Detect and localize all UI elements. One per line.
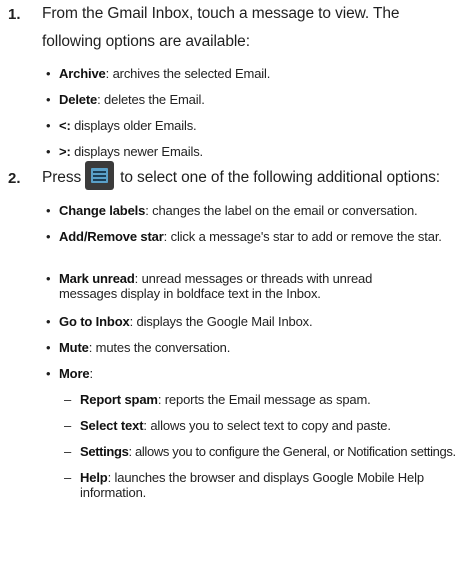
dash-icon: – xyxy=(64,418,72,433)
step-number: 1. xyxy=(8,6,21,23)
dash-icon: – xyxy=(64,392,72,407)
option-desc: : allows you to configure the General, o… xyxy=(128,444,456,459)
option-desc: : archives the selected Email. xyxy=(105,66,271,81)
option-desc: displays newer Emails. xyxy=(70,144,204,159)
bullet-icon: • xyxy=(46,92,51,107)
option-term: Settings xyxy=(80,444,129,459)
step-text: Press to select one of the following add… xyxy=(42,161,473,192)
option-desc: : deletes the Email. xyxy=(97,92,205,107)
bullet-icon: • xyxy=(46,66,51,81)
bullet-icon: • xyxy=(46,229,51,244)
step-line: From the Gmail Inbox, touch a message to… xyxy=(42,5,400,22)
option-term: >: xyxy=(59,144,71,159)
option-term: Mute xyxy=(59,340,89,355)
bullet-icon: • xyxy=(46,340,51,355)
option-term: Help xyxy=(80,470,108,485)
option-desc: displays older Emails. xyxy=(70,118,197,133)
option-desc: : mutes the conversation. xyxy=(88,340,231,355)
step-text: From the Gmail Inbox, touch a message to… xyxy=(42,0,473,56)
option-term: Delete xyxy=(59,92,98,107)
option-desc: : launches the browser and displays Goog… xyxy=(80,470,424,500)
bullet-icon: • xyxy=(46,144,51,159)
dash-icon: – xyxy=(64,470,72,485)
option-term: Select text xyxy=(80,418,144,433)
dash-icon: – xyxy=(64,444,72,459)
option-term: Archive xyxy=(59,66,106,81)
option-term: Go to Inbox xyxy=(59,314,130,329)
bullet-icon: • xyxy=(46,271,51,286)
option-desc: : displays the Google Mail Inbox. xyxy=(129,314,313,329)
bullet-icon: • xyxy=(46,314,51,329)
option-term: <: xyxy=(59,118,71,133)
step-line: following options are available: xyxy=(42,33,250,50)
option-term: Change labels xyxy=(59,203,146,218)
bullet-icon: • xyxy=(46,366,51,381)
bullet-icon: • xyxy=(46,203,51,218)
step-text-after: to select one of the following additiona… xyxy=(120,169,440,186)
option-term: Report spam xyxy=(80,392,158,407)
step-number: 2. xyxy=(8,170,21,187)
menu-key-icon xyxy=(85,161,115,191)
bullet-icon: • xyxy=(46,118,51,133)
option-term: Add/Remove star xyxy=(59,229,164,244)
manual-page: 1. From the Gmail Inbox, touch a message… xyxy=(0,0,475,564)
option-term: Mark unread xyxy=(59,271,135,286)
option-desc: : allows you to select text to copy and … xyxy=(143,418,391,433)
option-desc: : click a message's star to add or remov… xyxy=(163,229,442,244)
option-term: More xyxy=(59,366,90,381)
option-desc: : changes the label on the email or conv… xyxy=(145,203,418,218)
option-desc: : reports the Email message as spam. xyxy=(157,392,371,407)
option-desc: : xyxy=(89,366,93,381)
step-text-before: Press xyxy=(42,169,82,186)
